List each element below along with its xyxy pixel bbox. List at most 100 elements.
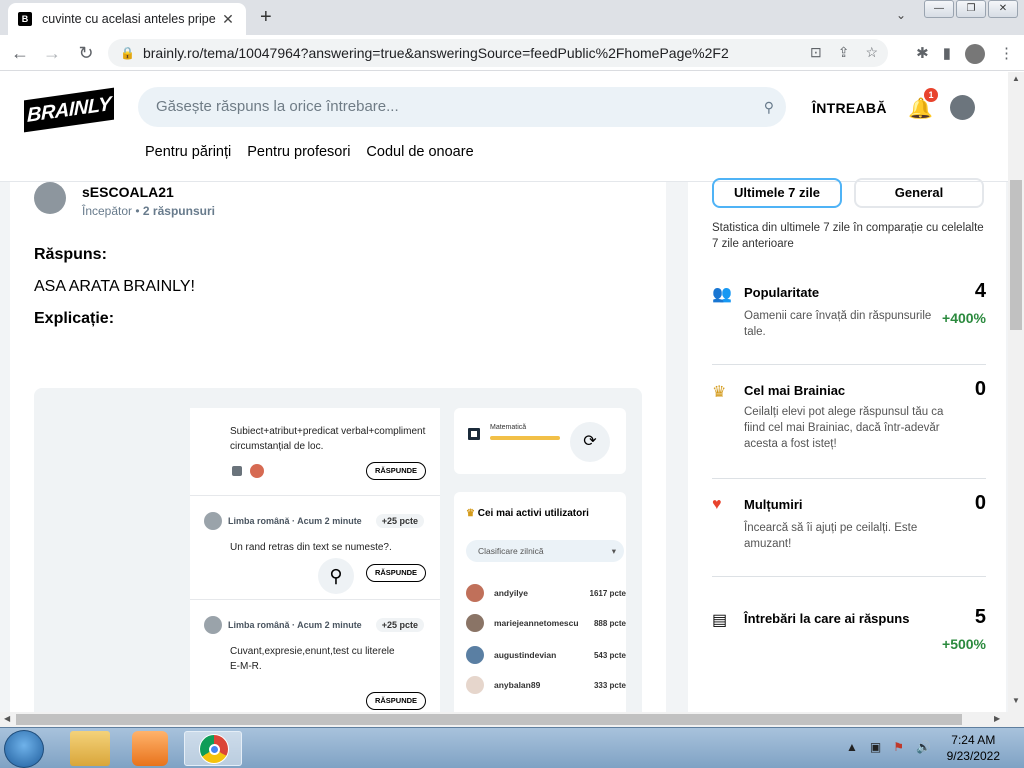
- window-controls: — ❐ ✕: [924, 0, 1018, 18]
- author-name[interactable]: sESCOALA21: [82, 184, 174, 200]
- top-user-row: andyilye 1617 pcte: [466, 584, 626, 602]
- stat-description: Oamenii care învață din răspunsurile tal…: [744, 310, 932, 338]
- share-icon[interactable]: ⇪: [838, 44, 850, 61]
- horizontal-scroll-thumb[interactable]: [16, 714, 962, 725]
- minimize-button[interactable]: —: [924, 0, 954, 18]
- search-input[interactable]: Găsește răspuns la orice întrebare... ⚲: [138, 87, 786, 127]
- browser-tab[interactable]: B cuvinte cu acelasi anteles pripe ✕: [8, 3, 246, 35]
- ask-button[interactable]: ÎNTREABĂ: [812, 100, 887, 116]
- stat-change: +400%: [942, 310, 986, 326]
- answer-text: ASA ARATA BRAINLY!: [34, 278, 195, 295]
- asker-avatar: [204, 616, 222, 634]
- answer-button: RĂSPUNDE: [366, 564, 426, 582]
- horizontal-scrollbar[interactable]: ◀ ▶: [0, 712, 1024, 727]
- nav-honor-code[interactable]: Codul de onoare: [366, 144, 473, 160]
- user-avatar[interactable]: [950, 95, 975, 120]
- top-users-title: ♛ Cei mai activi utilizatori: [466, 508, 589, 519]
- feed-item: Limba română · Acum 2 minute +25 pcte Cu…: [190, 600, 440, 712]
- file-explorer-icon[interactable]: [70, 731, 110, 766]
- forward-icon[interactable]: →: [40, 41, 64, 65]
- vertical-scrollbar[interactable]: ▲ ▼: [1008, 72, 1024, 712]
- extensions-icon[interactable]: ✱: [916, 44, 929, 64]
- divider: [712, 364, 986, 365]
- stat-change: +500%: [942, 636, 986, 652]
- author-meta: Începător • 2 răspunsuri: [82, 204, 215, 218]
- stat-questions-answered: ▤ Întrebări la care ai răspuns 5 +500%: [712, 606, 986, 670]
- sidepanel-icon[interactable]: ▮: [943, 44, 951, 64]
- clock-time: 7:24 AM: [951, 733, 996, 747]
- window-close-button[interactable]: ✕: [988, 0, 1018, 18]
- nav-parents[interactable]: Pentru părinți: [145, 144, 231, 160]
- address-bar[interactable]: 🔒 brainly.ro/tema/10047964?answering=tru…: [108, 39, 888, 67]
- translate-icon[interactable]: ⊡: [810, 44, 822, 61]
- embedded-feed: Subiect+atribut+predicat verbal+complime…: [190, 408, 440, 712]
- top-user-avatar: [466, 676, 484, 694]
- explanation-label: Explicație:: [34, 310, 115, 327]
- asker-avatar: [204, 512, 222, 530]
- vertical-scroll-thumb[interactable]: [1010, 180, 1022, 330]
- embedded-top-users-panel: ♛ Cei mai activi utilizatori Clasificare…: [454, 492, 626, 712]
- tab-general[interactable]: General: [854, 178, 984, 208]
- stat-value: 4: [974, 280, 986, 302]
- ranking-select: Clasificare zilnică ▾: [466, 540, 624, 562]
- stat-popularity: 👥 Popularitate 4 Oamenii care învață din…: [712, 280, 986, 354]
- notification-badge: 1: [924, 88, 938, 102]
- menu-kebab-icon[interactable]: ⋮: [999, 44, 1014, 64]
- feed-question-text: Subiect+atribut+predicat verbal+complime…: [230, 426, 426, 452]
- search-placeholder: Găsește răspuns la orice întrebare...: [156, 98, 399, 115]
- search-icon[interactable]: ⚲: [764, 87, 774, 127]
- top-user-avatar: [466, 646, 484, 664]
- author-rank: Începător: [82, 204, 133, 218]
- stat-value: 0: [974, 492, 986, 514]
- top-user-row: augustindevian 543 pcte: [466, 646, 626, 664]
- feed-meta: Limba română · Acum 2 minute: [204, 512, 362, 530]
- clock[interactable]: 7:24 AM 9/23/2022: [947, 732, 1000, 764]
- author-avatar[interactable]: [34, 182, 66, 214]
- top-user-row: mariejeannetomescu 888 pcte: [466, 614, 626, 632]
- chevron-down-icon: ▾: [611, 546, 616, 556]
- answer-label: Răspuns:: [34, 246, 107, 263]
- back-icon[interactable]: ←: [8, 41, 32, 65]
- media-player-icon[interactable]: [132, 731, 168, 766]
- feed-meta-text: Limba română · Acum 2 minute: [228, 516, 362, 526]
- close-tab-icon[interactable]: ✕: [220, 11, 236, 28]
- scroll-right-icon[interactable]: ▶: [994, 714, 1000, 723]
- feed-meta: Limba română · Acum 2 minute: [204, 616, 362, 634]
- browser-toolbar: ← → ↻ 🔒 brainly.ro/tema/10047964?answeri…: [0, 35, 1024, 71]
- profile-avatar-icon[interactable]: [965, 44, 985, 64]
- show-hidden-icons-icon[interactable]: ▲: [846, 740, 858, 754]
- tab-last-7-days[interactable]: Ultimele 7 zile: [712, 178, 842, 208]
- volume-icon[interactable]: 🔊: [916, 740, 931, 754]
- bookmark-star-icon[interactable]: ☆: [865, 44, 878, 61]
- nav-teachers[interactable]: Pentru profesori: [247, 144, 350, 160]
- network-icon[interactable]: ▣: [870, 740, 881, 754]
- brainly-logo[interactable]: BRAINLY: [24, 87, 114, 133]
- top-user-row: anybalan89 333 pcte: [466, 676, 626, 694]
- web-page: BRAINLY Găsește răspuns la orice întreba…: [0, 72, 1008, 712]
- maximize-button[interactable]: ❐: [956, 0, 986, 18]
- stat-description: Încearcă să îi ajuți pe ceilalți. Este a…: [744, 522, 918, 550]
- start-button[interactable]: [4, 730, 44, 768]
- action-center-icon[interactable]: ⚑: [893, 740, 904, 754]
- stat-value: 0: [974, 378, 986, 400]
- scroll-up-icon[interactable]: ▲: [1012, 74, 1020, 83]
- new-tab-button[interactable]: +: [260, 6, 272, 29]
- people-icon: 👥: [712, 286, 732, 303]
- browser-tabbar: B cuvinte cu acelasi anteles pripe ✕ + ⌄…: [0, 0, 1024, 35]
- chrome-taskbar-button[interactable]: [184, 731, 242, 766]
- stat-title: Întrebări la care ai răspuns: [744, 611, 910, 626]
- feed-item: Limba română · Acum 2 minute +25 pcte Un…: [190, 496, 440, 600]
- sub-navigation: Pentru părinți Pentru profesori Codul de…: [145, 144, 474, 160]
- author-answers-count: 2 răspunsuri: [142, 204, 215, 218]
- scroll-left-icon[interactable]: ◀: [4, 714, 10, 723]
- scroll-down-icon[interactable]: ▼: [1012, 696, 1020, 705]
- feed-item: Subiect+atribut+predicat verbal+complime…: [190, 408, 440, 496]
- answer-card: sESCOALA21 Începător • 2 răspunsuri Răsp…: [10, 182, 666, 712]
- points-badge: +25 pcte: [375, 618, 424, 632]
- lock-icon[interactable]: 🔒: [120, 46, 135, 60]
- stat-title: Cel mai Brainiac: [744, 383, 846, 398]
- stat-brainiac: ♛ Cel mai Brainiac 0 Ceilalți elevi pot …: [712, 378, 986, 462]
- reload-icon[interactable]: ↻: [74, 41, 98, 65]
- tab-search-chevron-icon[interactable]: ⌄: [896, 8, 906, 22]
- embedded-screenshot-image: Subiect+atribut+predicat verbal+complime…: [34, 388, 642, 712]
